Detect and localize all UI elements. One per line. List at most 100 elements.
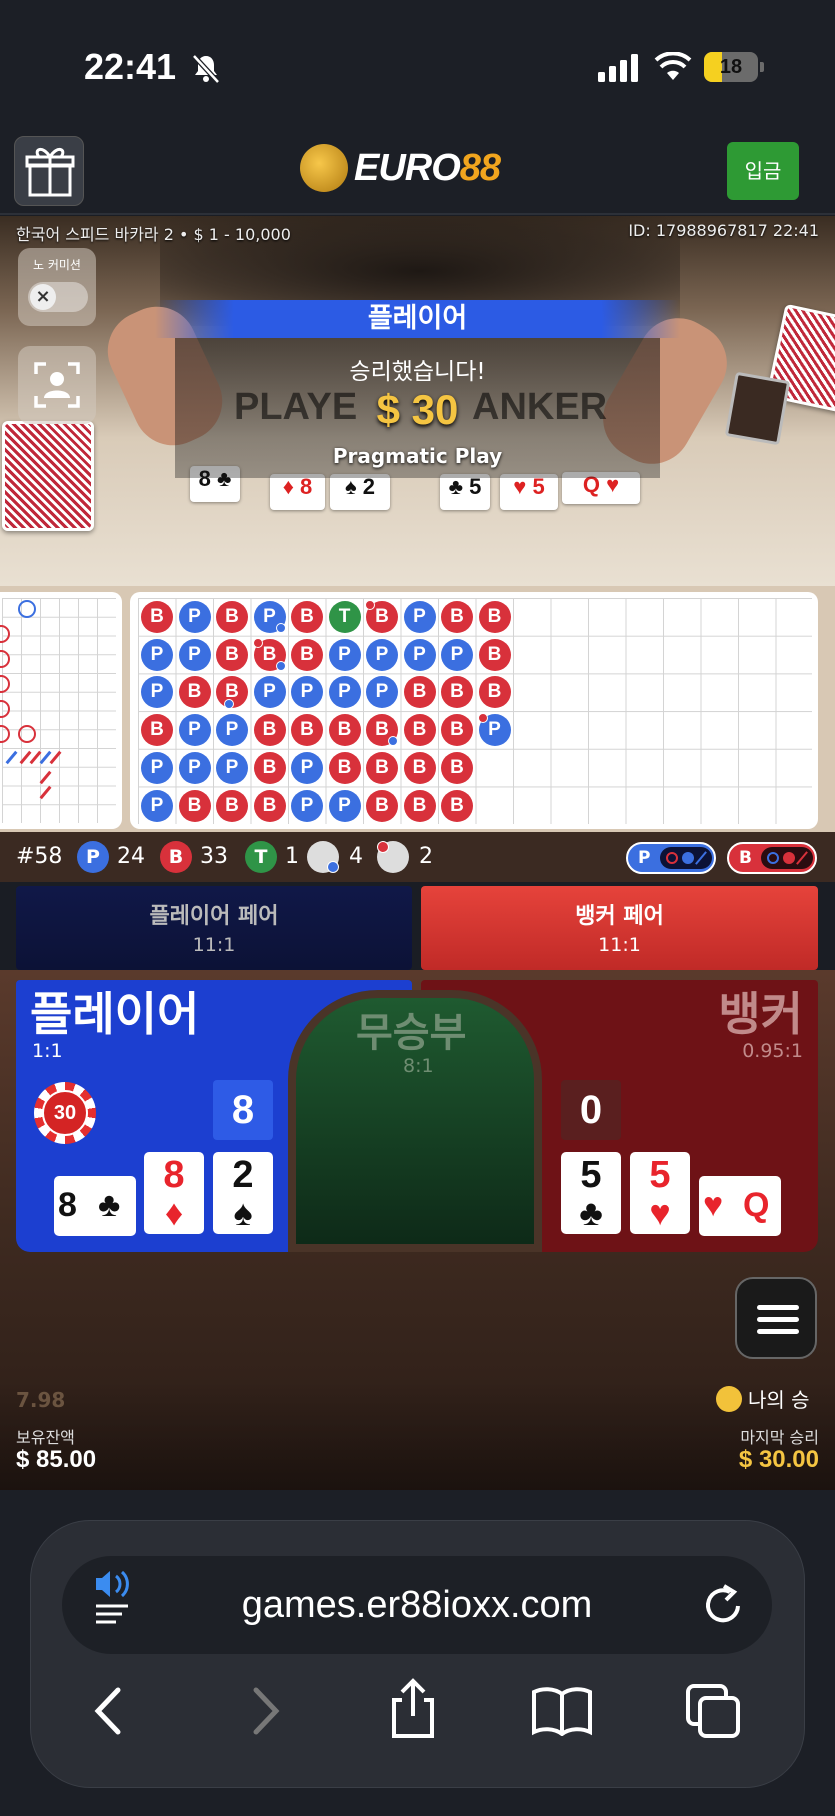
no-commission-toggle[interactable]: 노 커미션 ×: [18, 248, 96, 326]
battery-icon: 18: [704, 52, 758, 82]
bead-cell: B: [291, 714, 323, 747]
bead-cell: P: [178, 638, 211, 671]
screen: { "status_bar": { "time": "22:41", "batt…: [0, 0, 835, 1816]
bead-cell: P: [178, 714, 211, 747]
euro88-logo: EURO88: [300, 142, 501, 194]
bead-cell: B: [478, 638, 511, 671]
player-card-3: 8 ♣: [54, 1176, 136, 1236]
banker-label: 뱅커: [718, 987, 803, 1041]
player-score: 8: [213, 1080, 273, 1140]
gift-button[interactable]: [14, 136, 84, 206]
banker-pair-label: 뱅커 페어: [575, 904, 664, 929]
bead-cell: B: [403, 714, 436, 747]
player-count: 24: [117, 844, 145, 869]
url-text[interactable]: games.er88ioxx.com: [62, 1556, 772, 1654]
bead-cell: P: [328, 789, 361, 822]
player-label: 플레이어: [30, 987, 200, 1041]
bead-cell: B: [403, 751, 436, 784]
banker-pair-count: 2: [419, 844, 433, 869]
share-icon[interactable]: [386, 1678, 440, 1740]
bead-cell: B: [253, 789, 286, 822]
banker-count-badge: B: [160, 841, 192, 873]
tabs-icon[interactable]: [684, 1682, 744, 1740]
bead-cell: B: [441, 751, 473, 784]
player-pair-count: 4: [349, 844, 363, 869]
last-win-label: 마지막 승리: [740, 1428, 819, 1447]
faded-value: 7.98: [16, 1388, 66, 1412]
bead-cell: P: [141, 751, 173, 784]
live-video: 8 ♣ ♦ 8 ♠ 2 ♣ 5 ♥ 5 Q ♥ 한국어 스피드 바카라 2 • …: [0, 216, 835, 586]
banker-count: 33: [200, 844, 228, 869]
player-count-badge: P: [77, 841, 109, 873]
bead-cell: P: [216, 751, 248, 784]
bead-cell: B: [366, 789, 398, 822]
bead-cell: P: [366, 638, 398, 671]
player-pair-bet[interactable]: 플레이어 페어 11:1: [16, 886, 412, 970]
bead-cell: B: [216, 601, 248, 633]
bet-chip: 30: [34, 1082, 96, 1144]
bead-cell: B: [441, 789, 473, 822]
bead-cell: P: [141, 638, 173, 671]
player-card-2: 2 ♠: [213, 1152, 273, 1234]
bead-cell: B: [441, 714, 473, 747]
bead-cell: B: [216, 638, 248, 671]
balance-value: $ 85.00: [16, 1446, 97, 1473]
tie-count: 1: [285, 844, 299, 869]
bead-cell: P: [291, 789, 323, 822]
bookmarks-icon[interactable]: [530, 1686, 594, 1736]
gift-icon: [25, 148, 75, 197]
bead-cell: P: [178, 751, 211, 784]
bead-cell: P: [291, 751, 323, 784]
bead-cell: P: [403, 601, 436, 633]
player-pair-icon: [307, 841, 339, 873]
banker-card-3: ♥ Q: [699, 1176, 781, 1236]
bead-cell: B: [478, 601, 511, 633]
banker-pair-bet[interactable]: 뱅커 페어 11:1: [421, 886, 818, 970]
menu-icon: [757, 1305, 799, 1310]
win-message: 승리했습니다!: [349, 359, 486, 385]
pair-dot: [365, 600, 375, 610]
tie-count-badge: T: [245, 841, 277, 873]
banker-odds: 0.95:1: [742, 1040, 803, 1062]
bead-cell: B: [441, 601, 473, 633]
player-predict-button[interactable]: P: [626, 842, 716, 874]
app-header: EURO88 입금: [0, 120, 835, 215]
cell-signal-icon: [598, 54, 638, 82]
my-wins-button[interactable]: 나의 승: [748, 1384, 810, 1413]
close-icon: ×: [30, 284, 56, 310]
tie-label: 무승부: [356, 1010, 467, 1056]
bead-cell: B: [366, 751, 398, 784]
balance-label: 보유잔액: [16, 1428, 75, 1447]
bead-cell: P: [216, 714, 248, 747]
round-number: #58: [16, 844, 63, 869]
bead-cell: B: [178, 676, 211, 709]
banker-predict-button[interactable]: B: [727, 842, 817, 874]
bead-cell: P: [328, 676, 361, 709]
banker-card-1: 5 ♣: [561, 1152, 621, 1234]
bead-cell: B: [178, 789, 211, 822]
banker-score: 0: [561, 1080, 621, 1140]
bead-cell: B: [253, 751, 286, 784]
banker-pair-odds: 11:1: [598, 934, 641, 956]
bead-cell: B: [291, 638, 323, 671]
forward-icon[interactable]: [246, 1686, 286, 1736]
bead-cell: P: [253, 676, 286, 709]
bead-cell: B: [403, 789, 436, 822]
player-pair-label: 플레이어 페어: [149, 904, 279, 929]
menu-button[interactable]: [735, 1277, 817, 1359]
win-amount: $ 30: [376, 386, 459, 433]
back-icon[interactable]: [88, 1686, 128, 1736]
player-card-1: 8 ♦: [144, 1152, 204, 1234]
bead-cell: T: [328, 601, 361, 633]
bead-cell: B: [478, 676, 511, 709]
bell-muted-icon: [192, 54, 220, 84]
deposit-button[interactable]: 입금: [727, 142, 799, 200]
battery-level: 18: [719, 56, 743, 78]
provider-label: Pragmatic Play: [332, 444, 503, 468]
bead-cell: P: [328, 638, 361, 671]
chip-value: 30: [42, 1090, 88, 1136]
reload-icon[interactable]: [700, 1582, 746, 1628]
bead-cell: B: [253, 714, 286, 747]
bead-cell: P: [178, 601, 211, 633]
bead-cell: P: [441, 638, 473, 671]
